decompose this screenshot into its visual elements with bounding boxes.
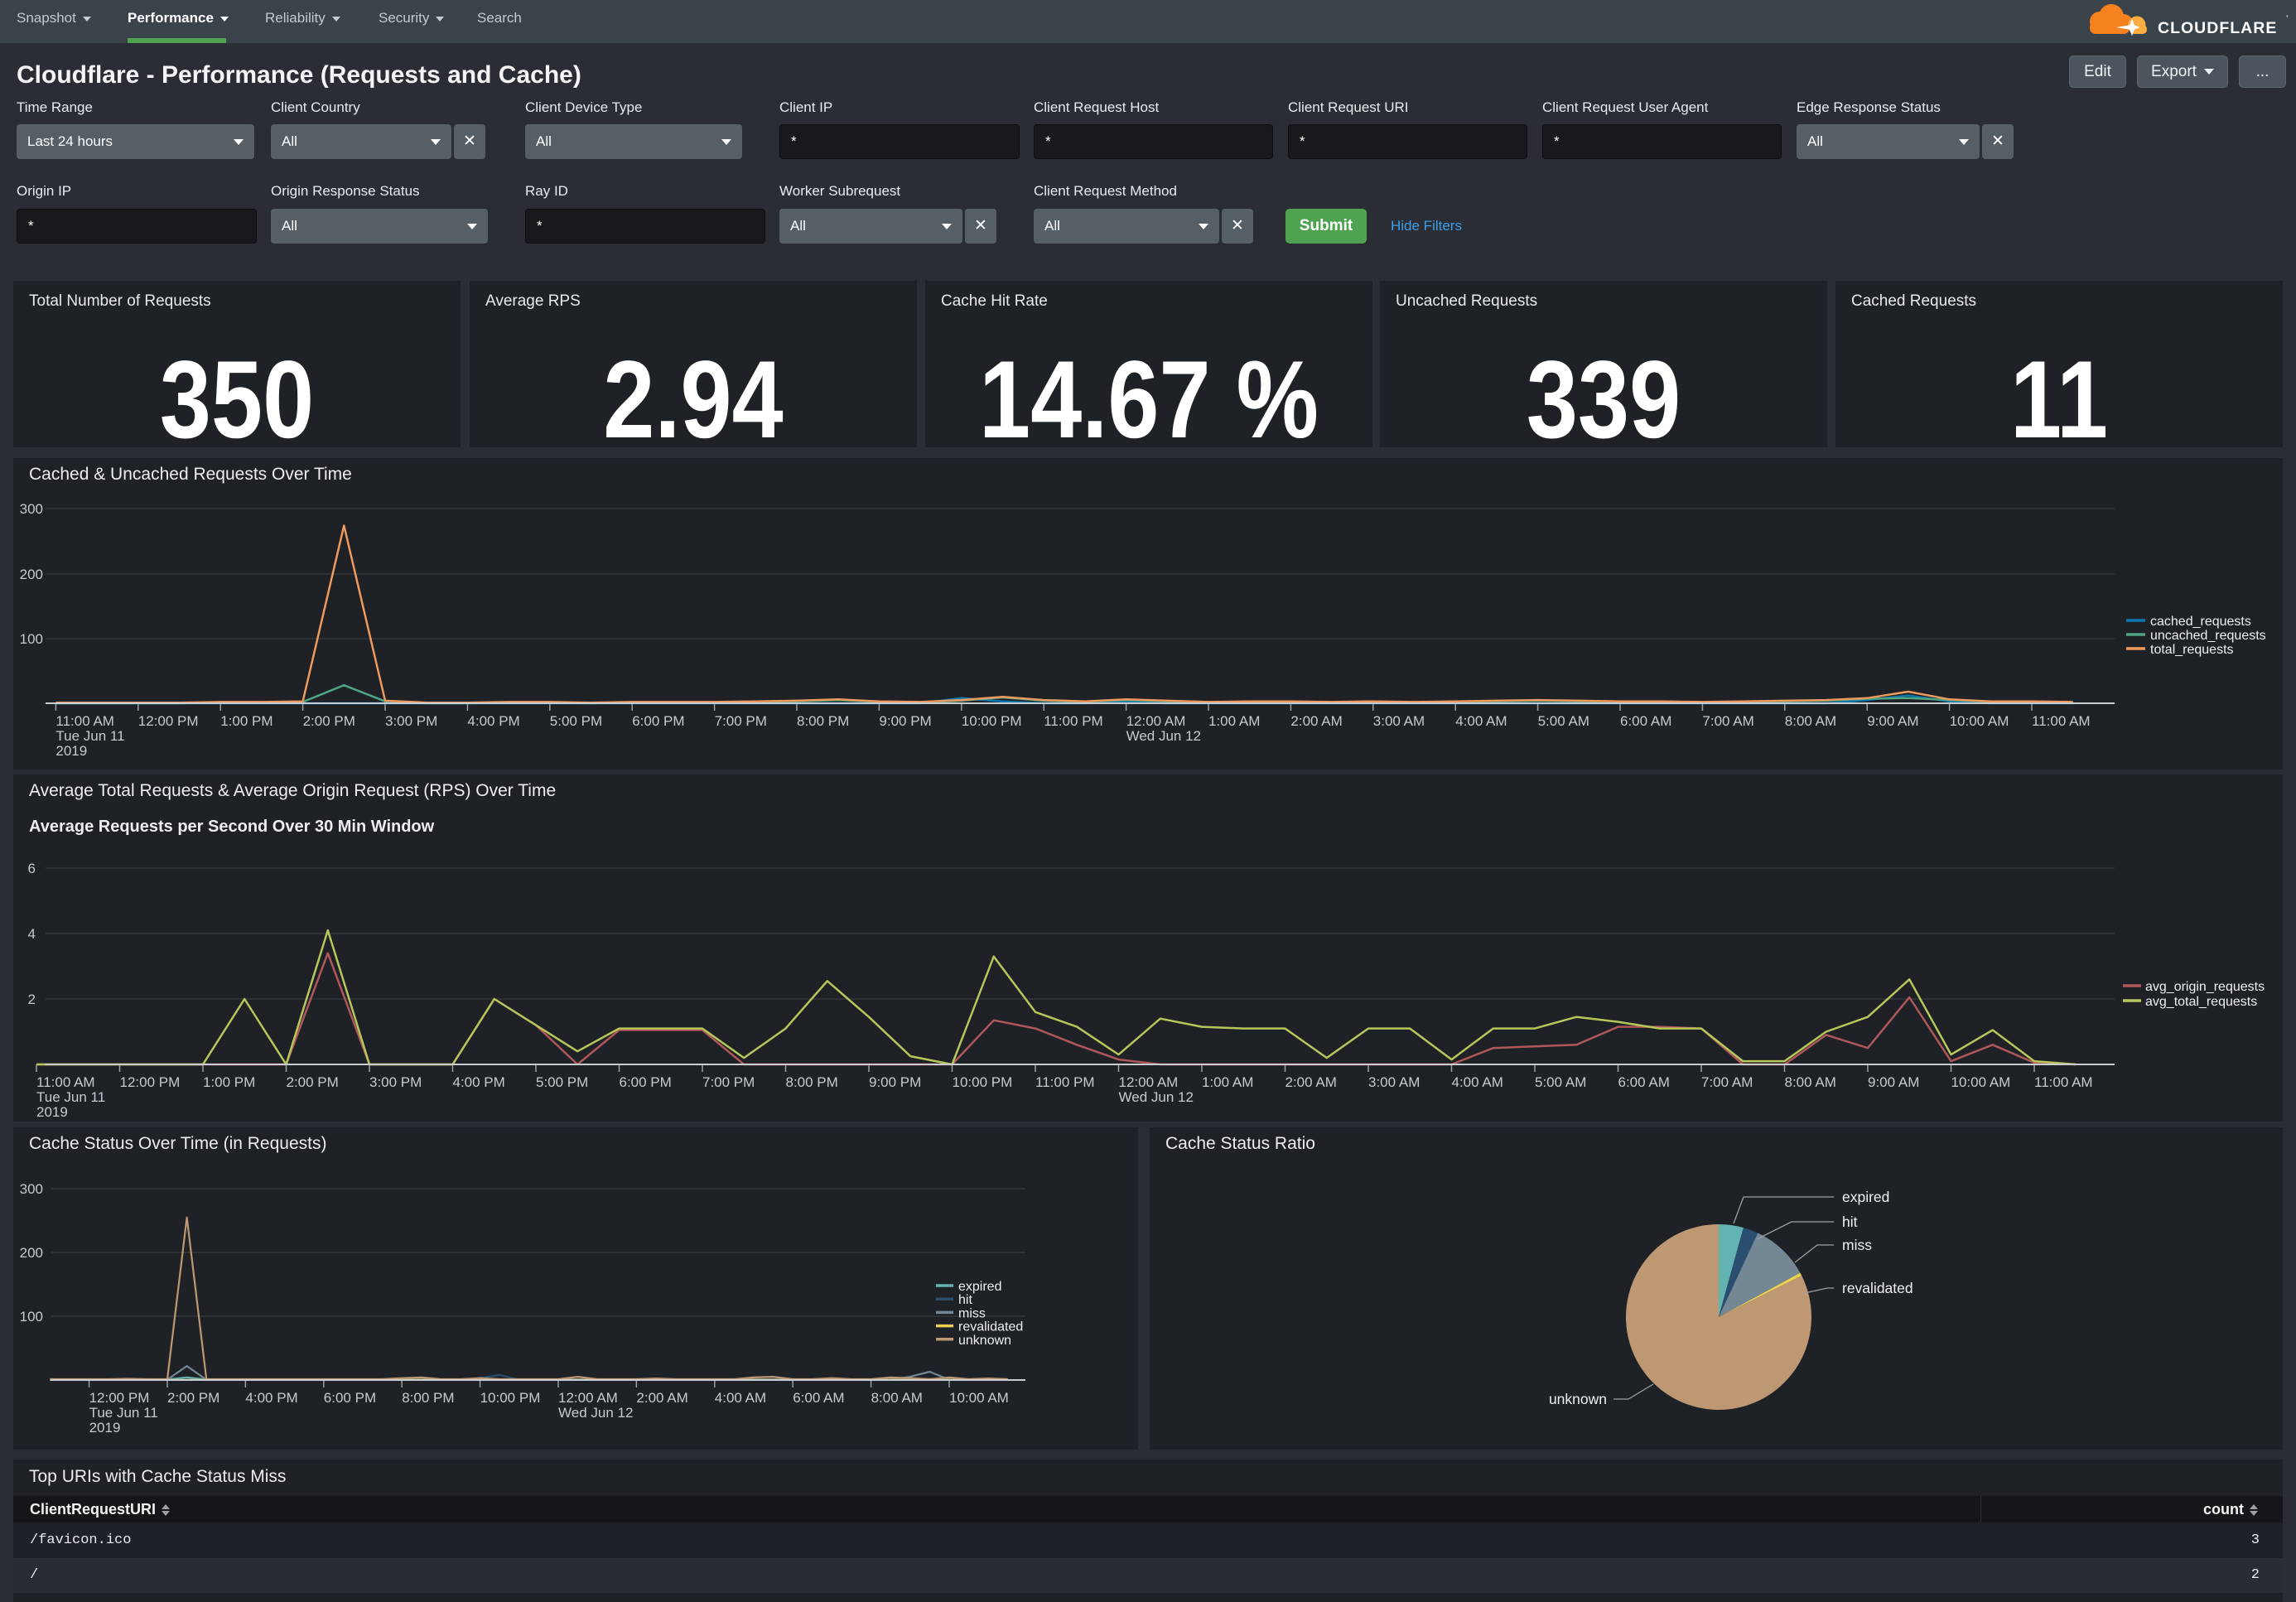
svg-text:1:00 AM: 1:00 AM xyxy=(1208,713,1260,729)
svg-text:10:00 AM: 10:00 AM xyxy=(1951,1074,2011,1090)
svg-text:Tue Jun 11: Tue Jun 11 xyxy=(55,728,124,744)
svg-text:300: 300 xyxy=(20,501,43,517)
svg-text:9:00 AM: 9:00 AM xyxy=(1868,1074,1919,1090)
svg-text:9:00 AM: 9:00 AM xyxy=(1867,713,1918,729)
svg-text:4:00 AM: 4:00 AM xyxy=(715,1390,766,1406)
svg-text:miss: miss xyxy=(1842,1237,1872,1253)
svg-text:7:00 PM: 7:00 PM xyxy=(702,1074,755,1090)
svg-text:10:00 PM: 10:00 PM xyxy=(953,1074,1013,1090)
svg-text:Tue Jun 11: Tue Jun 11 xyxy=(36,1089,105,1105)
svg-text:8:00 PM: 8:00 PM xyxy=(402,1390,454,1406)
svg-text:uncached_requests: uncached_requests xyxy=(2150,629,2266,643)
svg-text:4:00 PM: 4:00 PM xyxy=(453,1074,505,1090)
svg-text:7:00 AM: 7:00 AM xyxy=(1701,1074,1753,1090)
svg-text:3:00 AM: 3:00 AM xyxy=(1368,1074,1420,1090)
svg-text:11:00 AM: 11:00 AM xyxy=(2032,713,2091,729)
svg-text:6:00 PM: 6:00 PM xyxy=(620,1074,672,1090)
svg-text:revalidated: revalidated xyxy=(1842,1280,1913,1296)
svg-text:3:00 PM: 3:00 PM xyxy=(385,713,437,729)
svg-text:Wed Jun 12: Wed Jun 12 xyxy=(558,1405,633,1421)
svg-text:12:00 PM: 12:00 PM xyxy=(120,1074,181,1090)
svg-text:10:00 AM: 10:00 AM xyxy=(949,1390,1009,1406)
svg-text:1:00 PM: 1:00 PM xyxy=(203,1074,255,1090)
svg-text:8:00 AM: 8:00 AM xyxy=(1785,1074,1836,1090)
svg-text:2: 2 xyxy=(28,992,36,1007)
svg-text:12:00 AM: 12:00 AM xyxy=(558,1390,618,1406)
svg-text:5:00 AM: 5:00 AM xyxy=(1535,1074,1586,1090)
svg-text:10:00 AM: 10:00 AM xyxy=(1950,713,2009,729)
svg-text:12:00 AM: 12:00 AM xyxy=(1126,713,1186,729)
svg-text:8:00 AM: 8:00 AM xyxy=(871,1390,923,1406)
svg-text:miss: miss xyxy=(958,1306,986,1320)
svg-text:6:00 PM: 6:00 PM xyxy=(632,713,684,729)
svg-text:2:00 PM: 2:00 PM xyxy=(167,1390,219,1406)
svg-text:avg_total_requests: avg_total_requests xyxy=(2145,995,2257,1009)
svg-text:2019: 2019 xyxy=(55,743,87,759)
svg-text:5:00 AM: 5:00 AM xyxy=(1538,713,1589,729)
svg-text:11:00 PM: 11:00 PM xyxy=(1044,713,1103,729)
svg-text:expired: expired xyxy=(1842,1189,1889,1205)
svg-text:4:00 PM: 4:00 PM xyxy=(245,1390,297,1406)
svg-text:unknown: unknown xyxy=(1549,1391,1607,1407)
svg-text:2019: 2019 xyxy=(89,1420,121,1436)
svg-text:total_requests: total_requests xyxy=(2150,643,2234,657)
svg-text:3:00 PM: 3:00 PM xyxy=(369,1074,422,1090)
svg-text:8:00 PM: 8:00 PM xyxy=(786,1074,838,1090)
svg-text:avg_origin_requests: avg_origin_requests xyxy=(2145,980,2265,994)
svg-text:2:00 AM: 2:00 AM xyxy=(1290,713,1342,729)
svg-text:2:00 PM: 2:00 PM xyxy=(287,1074,339,1090)
svg-text:4:00 AM: 4:00 AM xyxy=(1455,713,1507,729)
svg-text:100: 100 xyxy=(20,1309,43,1325)
svg-text:10:00 PM: 10:00 PM xyxy=(962,713,1022,729)
svg-text:11:00 AM: 11:00 AM xyxy=(55,713,114,729)
svg-text:7:00 AM: 7:00 AM xyxy=(1702,713,1753,729)
svg-text:8:00 PM: 8:00 PM xyxy=(797,713,849,729)
svg-text:hit: hit xyxy=(958,1293,972,1307)
svg-text:11:00 PM: 11:00 PM xyxy=(1035,1074,1095,1090)
svg-text:unknown: unknown xyxy=(958,1334,1011,1348)
svg-text:11:00 AM: 11:00 AM xyxy=(36,1074,95,1090)
svg-text:6:00 AM: 6:00 AM xyxy=(793,1390,844,1406)
svg-text:9:00 PM: 9:00 PM xyxy=(879,713,931,729)
svg-text:200: 200 xyxy=(20,1245,43,1261)
svg-text:6:00 AM: 6:00 AM xyxy=(1620,713,1671,729)
svg-text:100: 100 xyxy=(20,631,43,647)
svg-text:Tue Jun 11: Tue Jun 11 xyxy=(89,1405,158,1421)
svg-text:2:00 PM: 2:00 PM xyxy=(303,713,355,729)
svg-text:200: 200 xyxy=(20,567,43,582)
svg-text:Wed Jun 12: Wed Jun 12 xyxy=(1126,728,1201,744)
svg-text:’: ’ xyxy=(2286,14,2288,24)
svg-text:2:00 AM: 2:00 AM xyxy=(1285,1074,1337,1090)
svg-text:12:00 PM: 12:00 PM xyxy=(89,1390,150,1406)
svg-text:5:00 PM: 5:00 PM xyxy=(536,1074,588,1090)
svg-text:10:00 PM: 10:00 PM xyxy=(480,1390,541,1406)
svg-text:Wed Jun 12: Wed Jun 12 xyxy=(1119,1089,1194,1105)
svg-text:1:00 PM: 1:00 PM xyxy=(220,713,273,729)
svg-text:revalidated: revalidated xyxy=(958,1320,1023,1334)
svg-text:3:00 AM: 3:00 AM xyxy=(1373,713,1425,729)
svg-text:9:00 PM: 9:00 PM xyxy=(869,1074,921,1090)
svg-text:CLOUDFLARE: CLOUDFLARE xyxy=(2158,19,2277,37)
svg-text:4:00 PM: 4:00 PM xyxy=(467,713,519,729)
svg-text:6:00 AM: 6:00 AM xyxy=(1618,1074,1670,1090)
svg-text:4: 4 xyxy=(28,926,36,942)
svg-text:300: 300 xyxy=(20,1181,43,1197)
svg-text:8:00 AM: 8:00 AM xyxy=(1785,713,1836,729)
svg-text:6:00 PM: 6:00 PM xyxy=(324,1390,376,1406)
svg-text:6: 6 xyxy=(28,861,36,876)
svg-text:hit: hit xyxy=(1842,1214,1858,1230)
svg-text:2:00 AM: 2:00 AM xyxy=(636,1390,687,1406)
svg-text:11:00 AM: 11:00 AM xyxy=(2034,1074,2093,1090)
svg-text:7:00 PM: 7:00 PM xyxy=(715,713,767,729)
svg-text:12:00 AM: 12:00 AM xyxy=(1119,1074,1179,1090)
svg-text:cached_requests: cached_requests xyxy=(2150,615,2251,629)
svg-text:5:00 PM: 5:00 PM xyxy=(550,713,602,729)
svg-text:4:00 AM: 4:00 AM xyxy=(1452,1074,1503,1090)
svg-text:1:00 AM: 1:00 AM xyxy=(1202,1074,1253,1090)
svg-text:expired: expired xyxy=(958,1280,1001,1294)
svg-text:2019: 2019 xyxy=(36,1104,68,1120)
svg-text:12:00 PM: 12:00 PM xyxy=(138,713,199,729)
